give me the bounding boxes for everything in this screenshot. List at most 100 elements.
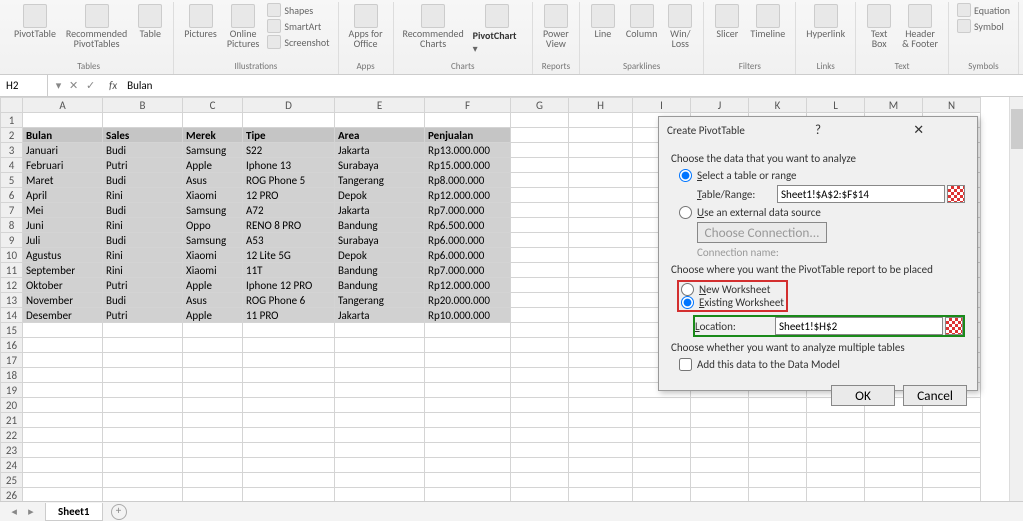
cell[interactable]: [865, 488, 923, 502]
cell[interactable]: [243, 113, 335, 128]
cell[interactable]: RENO 8 PRO: [243, 218, 335, 233]
cell[interactable]: Putri: [103, 278, 183, 293]
cell[interactable]: [633, 413, 691, 428]
row-header-4[interactable]: 4: [1, 158, 23, 173]
cell[interactable]: Budi: [103, 293, 183, 308]
cell[interactable]: [511, 233, 569, 248]
cell[interactable]: [511, 188, 569, 203]
cell[interactable]: [335, 443, 425, 458]
cell[interactable]: [183, 353, 243, 368]
cell[interactable]: [243, 353, 335, 368]
cell[interactable]: Rini: [103, 188, 183, 203]
ribbon-timeline[interactable]: Timeline: [745, 2, 790, 41]
cell[interactable]: [749, 458, 807, 473]
cell[interactable]: [103, 368, 183, 383]
cell[interactable]: Depok: [335, 188, 425, 203]
cell[interactable]: Bandung: [335, 263, 425, 278]
col-header-F[interactable]: F: [425, 98, 511, 113]
cell[interactable]: [183, 428, 243, 443]
cell[interactable]: 11T: [243, 263, 335, 278]
close-button[interactable]: ✕: [868, 123, 969, 138]
row-header-19[interactable]: 19: [1, 383, 23, 398]
row-header-6[interactable]: 6: [1, 188, 23, 203]
cell[interactable]: [569, 368, 633, 383]
cancel-icon[interactable]: ✕: [69, 79, 78, 92]
enter-icon[interactable]: ✓: [86, 79, 95, 92]
cell[interactable]: Jakarta: [335, 308, 425, 323]
row-header-23[interactable]: 23: [1, 443, 23, 458]
cell[interactable]: [569, 398, 633, 413]
cell[interactable]: [511, 248, 569, 263]
cell[interactable]: Samsung: [183, 143, 243, 158]
cell[interactable]: [511, 218, 569, 233]
cell[interactable]: [691, 458, 749, 473]
cell[interactable]: Agustus: [23, 248, 103, 263]
row-header-20[interactable]: 20: [1, 398, 23, 413]
cell[interactable]: [569, 458, 633, 473]
cell[interactable]: Sales: [103, 128, 183, 143]
cell[interactable]: [243, 383, 335, 398]
cell[interactable]: [691, 428, 749, 443]
col-header-K[interactable]: K: [749, 98, 807, 113]
formula-input[interactable]: Bulan: [123, 79, 1023, 92]
cell[interactable]: [183, 368, 243, 383]
cell[interactable]: [569, 233, 633, 248]
cell[interactable]: [569, 443, 633, 458]
cell[interactable]: [807, 428, 865, 443]
cell[interactable]: [103, 473, 183, 488]
cell[interactable]: [335, 338, 425, 353]
ribbon-header-footer[interactable]: Header & Footer: [897, 2, 943, 51]
row-header-13[interactable]: 13: [1, 293, 23, 308]
row-header-21[interactable]: 21: [1, 413, 23, 428]
cell[interactable]: April: [23, 188, 103, 203]
cell[interactable]: [569, 143, 633, 158]
cell[interactable]: [243, 428, 335, 443]
cell[interactable]: [243, 368, 335, 383]
cell[interactable]: Budi: [103, 143, 183, 158]
cell[interactable]: Oktober: [23, 278, 103, 293]
cell[interactable]: Desember: [23, 308, 103, 323]
col-header-E[interactable]: E: [335, 98, 425, 113]
location-input[interactable]: [775, 317, 943, 335]
ribbon-power-view[interactable]: Power View: [538, 2, 574, 51]
col-header-B[interactable]: B: [103, 98, 183, 113]
cell[interactable]: [23, 368, 103, 383]
cell[interactable]: [633, 473, 691, 488]
ribbon-recommended-charts[interactable]: Recommended Charts: [399, 2, 468, 51]
ribbon-equation[interactable]: Equation: [954, 2, 1013, 18]
existing-worksheet-radio-input[interactable]: [681, 296, 694, 309]
cell[interactable]: Februari: [23, 158, 103, 173]
ribbon-pivottable[interactable]: PivotTable: [9, 2, 61, 41]
cell[interactable]: [511, 473, 569, 488]
row-header-14[interactable]: 14: [1, 308, 23, 323]
row-header-15[interactable]: 15: [1, 323, 23, 338]
external-source-radio-input[interactable]: [679, 206, 692, 219]
cell[interactable]: [243, 398, 335, 413]
cell[interactable]: [865, 473, 923, 488]
cell[interactable]: [425, 323, 511, 338]
cell[interactable]: Januari: [23, 143, 103, 158]
cell[interactable]: [865, 428, 923, 443]
cell[interactable]: Budi: [103, 233, 183, 248]
cell[interactable]: [23, 443, 103, 458]
cell[interactable]: [183, 338, 243, 353]
cell[interactable]: [511, 143, 569, 158]
col-header-L[interactable]: L: [807, 98, 865, 113]
col-header-J[interactable]: J: [691, 98, 749, 113]
cell[interactable]: [923, 473, 981, 488]
cell[interactable]: [425, 353, 511, 368]
cell[interactable]: [425, 113, 511, 128]
cell[interactable]: [807, 473, 865, 488]
cell[interactable]: [243, 458, 335, 473]
cell[interactable]: Bulan: [23, 128, 103, 143]
cell[interactable]: [23, 458, 103, 473]
cell[interactable]: [23, 473, 103, 488]
cell[interactable]: Asus: [183, 173, 243, 188]
cell[interactable]: [183, 443, 243, 458]
row-header-18[interactable]: 18: [1, 368, 23, 383]
cell[interactable]: [511, 263, 569, 278]
col-header-A[interactable]: A: [23, 98, 103, 113]
ribbon-screenshot[interactable]: Screenshot: [264, 34, 332, 50]
cell[interactable]: Surabaya: [335, 233, 425, 248]
cell[interactable]: [425, 368, 511, 383]
